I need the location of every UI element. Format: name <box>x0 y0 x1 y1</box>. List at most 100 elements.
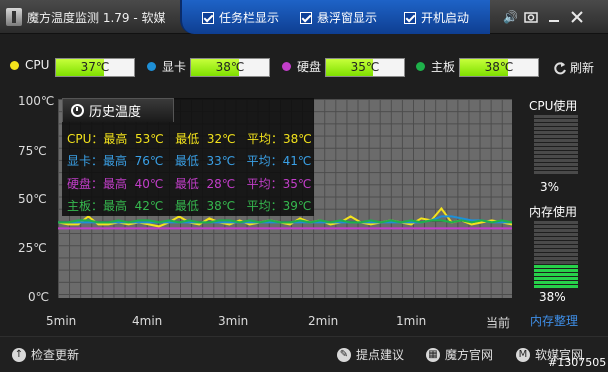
meter-segment <box>534 167 578 170</box>
meter-segment <box>534 163 578 166</box>
meter-segment <box>534 233 578 236</box>
meter-segment <box>534 261 578 264</box>
sensor-board: 主板 <box>416 58 455 75</box>
board-temp-value: 38℃ <box>484 60 514 74</box>
meter-segment <box>534 245 578 248</box>
meter-segment <box>534 171 578 174</box>
disk-temp-gauge: 35℃ <box>325 58 405 77</box>
meter-segment <box>534 285 578 288</box>
y-tick-label: 75℃ <box>18 144 47 158</box>
camera-icon[interactable] <box>524 10 538 24</box>
checkbox-checked-icon <box>202 11 214 24</box>
x-tick-label: 1min <box>396 314 427 328</box>
memory-clean-button[interactable]: 内存整理 <box>530 312 578 329</box>
cpu-usage-value: 3% <box>540 180 560 194</box>
meter-segment <box>534 123 578 126</box>
history-header: 历史温度 <box>62 98 174 122</box>
sensor-label: 显卡 <box>162 60 187 74</box>
gpu-temp-value: 38℃ <box>215 60 245 74</box>
mem-usage-label: 内存使用 <box>529 205 578 219</box>
x-tick-label: 4min <box>132 314 163 328</box>
board-temp-gauge: 38℃ <box>459 58 539 77</box>
sensor-label: CPU <box>25 58 50 72</box>
meter-segment <box>534 257 578 260</box>
meter-segment <box>534 159 578 162</box>
gpu-dot-icon <box>147 62 156 71</box>
meter-segment <box>534 273 578 276</box>
y-tick-label: 0℃ <box>28 290 50 304</box>
feedback-button[interactable]: ✎ 提点建议 <box>337 346 404 363</box>
history-row-cpu: CPU：最高 53℃ 最低 32℃ 平均：38℃ <box>67 132 312 146</box>
meter-segment <box>534 147 578 150</box>
series-line-主板 <box>58 219 512 224</box>
refresh-button[interactable]: 刷新 <box>553 59 594 76</box>
meter-segment <box>534 143 578 146</box>
meter-segment <box>534 131 578 134</box>
mem-usage-meter <box>534 221 578 289</box>
sensor-cpu: CPU <box>10 58 49 72</box>
meter-segment <box>534 119 578 122</box>
minimize-icon[interactable] <box>547 10 561 24</box>
meter-segment <box>534 281 578 284</box>
meter-segment <box>534 253 578 256</box>
sensor-label: 主板 <box>431 60 456 74</box>
cpu-temp-value: 37℃ <box>80 60 110 74</box>
board-dot-icon <box>416 62 425 71</box>
window-title: 魔方温度监测 1.79 - 软媒 <box>27 11 166 25</box>
y-tick-label: 25℃ <box>18 241 47 255</box>
cpu-temp-gauge: 37℃ <box>55 58 135 77</box>
checkbox-checked-icon <box>404 11 416 24</box>
disk-dot-icon <box>282 62 291 71</box>
speaker-icon[interactable]: 🔊 <box>503 10 518 24</box>
meter-segment <box>534 139 578 142</box>
sensor-label: 硬盘 <box>297 60 322 74</box>
cpu-usage-meter <box>534 115 578 175</box>
mem-usage-value: 38% <box>539 290 566 304</box>
meter-segment <box>534 269 578 272</box>
refresh-icon <box>554 61 566 74</box>
meter-segment <box>534 265 578 268</box>
pen-icon: ✎ <box>337 347 351 362</box>
float-window-checkbox[interactable]: 悬浮窗显示 <box>300 9 377 26</box>
meter-segment <box>534 221 578 224</box>
meter-segment <box>534 241 578 244</box>
meter-segment <box>534 277 578 280</box>
mofang-website-link[interactable]: ▦ 魔方官网 <box>426 346 493 363</box>
close-icon[interactable] <box>570 10 584 24</box>
title-bar: 魔方温度监测 1.79 - 软媒 任务栏显示 悬浮窗显示 开机启动 🔊 <box>0 0 608 34</box>
meter-segment <box>534 225 578 228</box>
meter-segment <box>534 135 578 138</box>
x-tick-label: 3min <box>218 314 249 328</box>
x-tick-label: 5min <box>46 314 77 328</box>
up-arrow-icon: ↑ <box>12 347 26 362</box>
checkbox-checked-icon <box>300 11 312 24</box>
x-tick-label: 当前 <box>486 316 511 330</box>
history-title: 历史温度 <box>89 105 142 120</box>
app-logo-icon <box>6 8 22 26</box>
meter-segment <box>534 151 578 154</box>
cpu-dot-icon <box>10 60 19 70</box>
cpu-usage-label: CPU使用 <box>529 99 578 113</box>
y-tick-label: 100℃ <box>18 94 55 108</box>
x-tick-label: 2min <box>308 314 339 328</box>
clock-icon <box>71 104 84 117</box>
taskbar-display-checkbox[interactable]: 任务栏显示 <box>202 9 279 26</box>
meter-segment <box>534 155 578 158</box>
history-row-disk: 硬盘：最高 40℃ 最低 28℃ 平均：35℃ <box>67 177 312 191</box>
gpu-temp-gauge: 38℃ <box>190 58 270 77</box>
options-panel: 任务栏显示 悬浮窗显示 开机启动 <box>180 0 490 34</box>
disk-temp-value: 35℃ <box>350 60 380 74</box>
meter-segment <box>534 229 578 232</box>
sensor-disk: 硬盘 <box>282 58 321 75</box>
history-row-gpu: 显卡：最高 76℃ 最低 33℃ 平均：41℃ <box>67 154 312 168</box>
history-row-board: 主板：最高 42℃ 最低 38℃ 平均：39℃ <box>67 199 312 213</box>
sensor-gpu: 显卡 <box>147 58 186 75</box>
grid-icon: ▦ <box>426 347 440 362</box>
watermark-text: #1307505 <box>548 356 607 369</box>
check-update-button[interactable]: ↑ 检查更新 <box>12 346 79 363</box>
autostart-checkbox[interactable]: 开机启动 <box>404 9 469 26</box>
meter-segment <box>534 115 578 118</box>
m-logo-icon: M <box>516 347 530 362</box>
meter-segment <box>534 237 578 240</box>
meter-segment <box>534 127 578 130</box>
